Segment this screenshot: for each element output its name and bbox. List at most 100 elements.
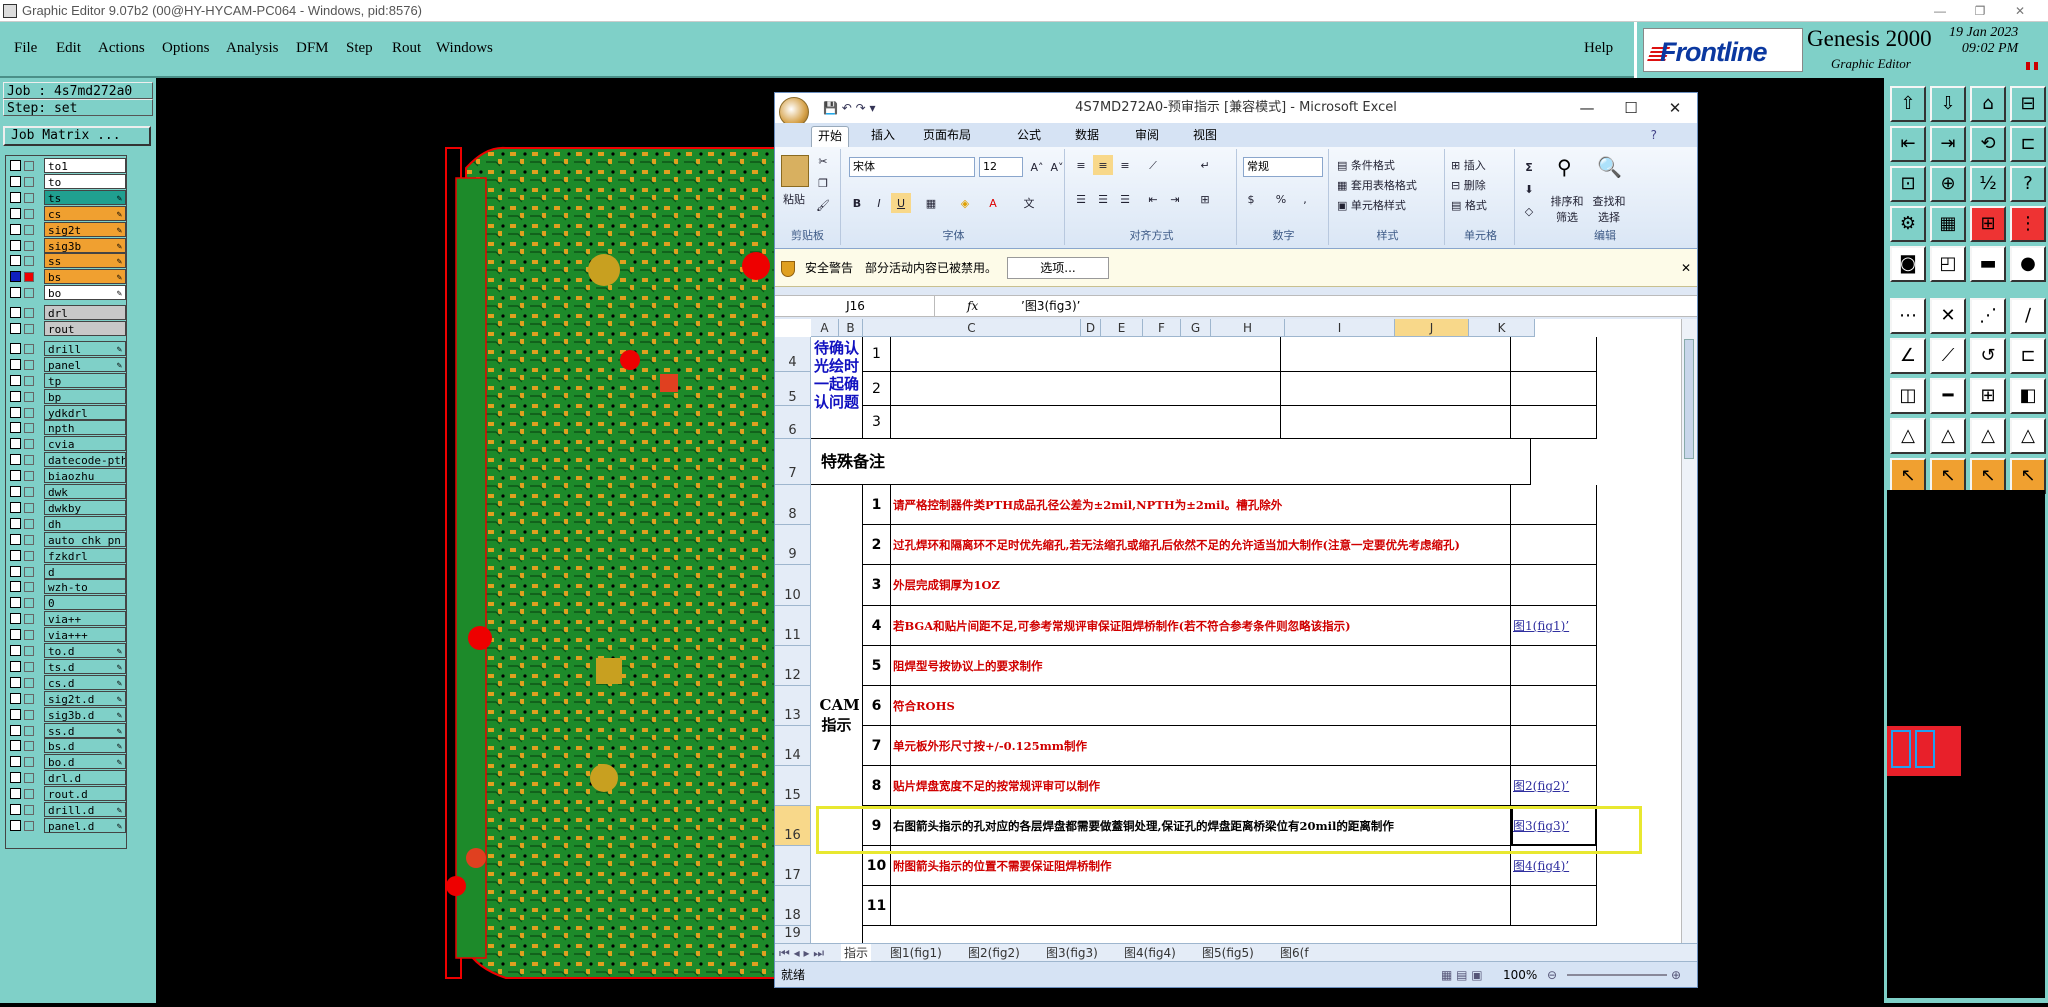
column-header[interactable]: I: [1285, 319, 1395, 337]
table-cell[interactable]: [1511, 372, 1597, 406]
increase-indent-icon[interactable]: ⇥: [1165, 189, 1185, 209]
layer-name[interactable]: cs.d ✎: [44, 674, 126, 690]
layer-checkbox[interactable]: [10, 613, 21, 625]
comma-icon[interactable]: ,: [1295, 189, 1315, 209]
align-left-icon[interactable]: ☰: [1071, 189, 1091, 209]
layer-row[interactable]: panel ✎: [8, 356, 126, 372]
scroll-thumb[interactable]: [1684, 339, 1694, 459]
layer-checkbox[interactable]: [10, 191, 21, 203]
cell-style-button[interactable]: ▣ 单元格样式: [1337, 197, 1406, 213]
snap-icon[interactable]: ⋮: [2010, 206, 2046, 242]
font-name-box[interactable]: 宋体: [849, 157, 975, 177]
find-select-icon[interactable]: 🔍: [1597, 155, 1623, 181]
layer-checkbox[interactable]: [10, 788, 21, 800]
layer-row[interactable]: npth: [8, 420, 126, 436]
layer-checkbox[interactable]: [10, 533, 21, 545]
vertical-scrollbar[interactable]: [1681, 319, 1697, 943]
job-matrix-button[interactable]: Job Matrix ...: [3, 126, 151, 146]
layer-name[interactable]: dwk: [44, 484, 126, 499]
layer-row[interactable]: sig3b ✎: [8, 237, 126, 253]
bold-icon[interactable]: B: [847, 193, 867, 213]
instruction-text[interactable]: [891, 886, 1511, 926]
name-box[interactable]: J16: [777, 296, 935, 316]
layer-row[interactable]: ts ✎: [8, 189, 126, 205]
layer-checkbox[interactable]: [10, 438, 21, 450]
sheet-tab[interactable]: 图2(fig2): [965, 944, 1023, 961]
layer-row[interactable]: auto_chk_pn: [8, 531, 126, 547]
table-cell[interactable]: [891, 406, 1281, 439]
layer-checkbox[interactable]: [10, 819, 21, 831]
fx-icon[interactable]: fx: [967, 296, 978, 316]
security-close-icon[interactable]: ✕: [1681, 249, 1691, 287]
figure-link[interactable]: [1511, 686, 1597, 726]
move-icon[interactable]: ⋰: [1970, 298, 2006, 334]
layer-row[interactable]: via++: [8, 611, 126, 627]
instruction-text[interactable]: 请严格控制器件类PTH成品孔径公差为±2mil,NPTH为±2mil。槽孔除外: [891, 485, 1511, 525]
column-header[interactable]: C: [863, 319, 1081, 337]
menu-windows[interactable]: Windows: [436, 40, 493, 57]
frame-icon[interactable]: ◫: [1890, 378, 1926, 414]
font-size-box[interactable]: 12: [979, 157, 1023, 177]
excel-minimize-icon[interactable]: —: [1565, 93, 1609, 123]
triangle-icon[interactable]: △: [1970, 418, 2006, 454]
layer-name[interactable]: dwkby: [44, 499, 126, 515]
layer-checkbox[interactable]: [10, 342, 21, 354]
shrink-font-icon[interactable]: A˅: [1047, 157, 1067, 177]
layer-checkbox[interactable]: [10, 271, 21, 283]
layer-checkbox[interactable]: [10, 470, 21, 482]
circle-tool-icon[interactable]: ●: [2010, 246, 2046, 282]
layer-name[interactable]: cs ✎: [44, 205, 126, 221]
layer-row[interactable]: 0: [8, 595, 126, 611]
layer-name[interactable]: dh: [44, 515, 126, 531]
ribbon-tab[interactable]: 开始: [811, 126, 850, 147]
layer-name[interactable]: bs.d ✎: [44, 738, 126, 754]
layer-checkbox[interactable]: [10, 660, 21, 672]
layer-name[interactable]: ss.d ✎: [44, 722, 126, 738]
layer-row[interactable]: dwkby: [8, 499, 126, 515]
row-header[interactable]: 13: [775, 686, 811, 726]
layer-name[interactable]: rout.d: [44, 786, 126, 802]
layer-row[interactable]: to.d ✎: [8, 643, 126, 658]
layer-row[interactable]: via+++: [8, 627, 126, 643]
layer-checkbox[interactable]: [10, 549, 21, 561]
column-header[interactable]: H: [1211, 319, 1285, 337]
layer-row[interactable]: tp: [8, 372, 126, 388]
phonetic-icon[interactable]: 文: [1019, 193, 1039, 213]
ribbon-tab[interactable]: 数据: [1069, 126, 1105, 147]
figure-link[interactable]: [1511, 886, 1597, 926]
paste-label[interactable]: 粘贴: [783, 191, 805, 207]
layer-name[interactable]: d: [44, 563, 126, 579]
insert-cells-button[interactable]: ⊞ 插入: [1451, 157, 1486, 173]
table-cell[interactable]: [1281, 372, 1511, 406]
next-view-icon[interactable]: ⇥: [1930, 126, 1966, 162]
ribbon-tab[interactable]: 公式: [1011, 126, 1047, 147]
sheet-tab[interactable]: 图4(fig4): [1121, 944, 1179, 961]
layer-name[interactable]: npth: [44, 420, 126, 436]
layer-checkbox[interactable]: [10, 645, 21, 656]
column-header[interactable]: G: [1181, 319, 1211, 337]
layer-checkbox[interactable]: [10, 724, 21, 736]
menu-step[interactable]: Step: [346, 40, 373, 57]
underline-icon[interactable]: U: [891, 193, 911, 213]
pad-tool-icon[interactable]: ◙: [1890, 246, 1926, 282]
select-icon[interactable]: ↖: [1930, 458, 1966, 494]
layer-name[interactable]: ss ✎: [44, 253, 126, 269]
layer-row[interactable]: sig2t.d ✎: [8, 690, 126, 706]
figure-link[interactable]: [1511, 646, 1597, 686]
layer-checkbox[interactable]: [10, 629, 21, 641]
layer-checkbox[interactable]: [10, 565, 21, 577]
zoom-box-icon[interactable]: ⊡: [1890, 166, 1926, 202]
layer-row[interactable]: cs.d ✎: [8, 674, 126, 690]
figure-link[interactable]: [1511, 565, 1597, 606]
box-icon[interactable]: ⊞: [1970, 378, 2006, 414]
layer-name[interactable]: sig3b ✎: [44, 237, 126, 253]
row-header[interactable]: 15: [775, 766, 811, 806]
sheet-tab[interactable]: 图1(fig1): [887, 944, 945, 961]
layer-name[interactable]: panel ✎: [44, 356, 126, 372]
table-cell[interactable]: [891, 337, 1281, 372]
zoom-level[interactable]: 100%: [1503, 962, 1537, 988]
bar-icon[interactable]: ━: [1930, 378, 1966, 414]
row-header[interactable]: 5: [775, 372, 811, 406]
ribbon-tab[interactable]: 插入: [865, 126, 901, 147]
menu-dfm[interactable]: DFM: [296, 40, 329, 57]
